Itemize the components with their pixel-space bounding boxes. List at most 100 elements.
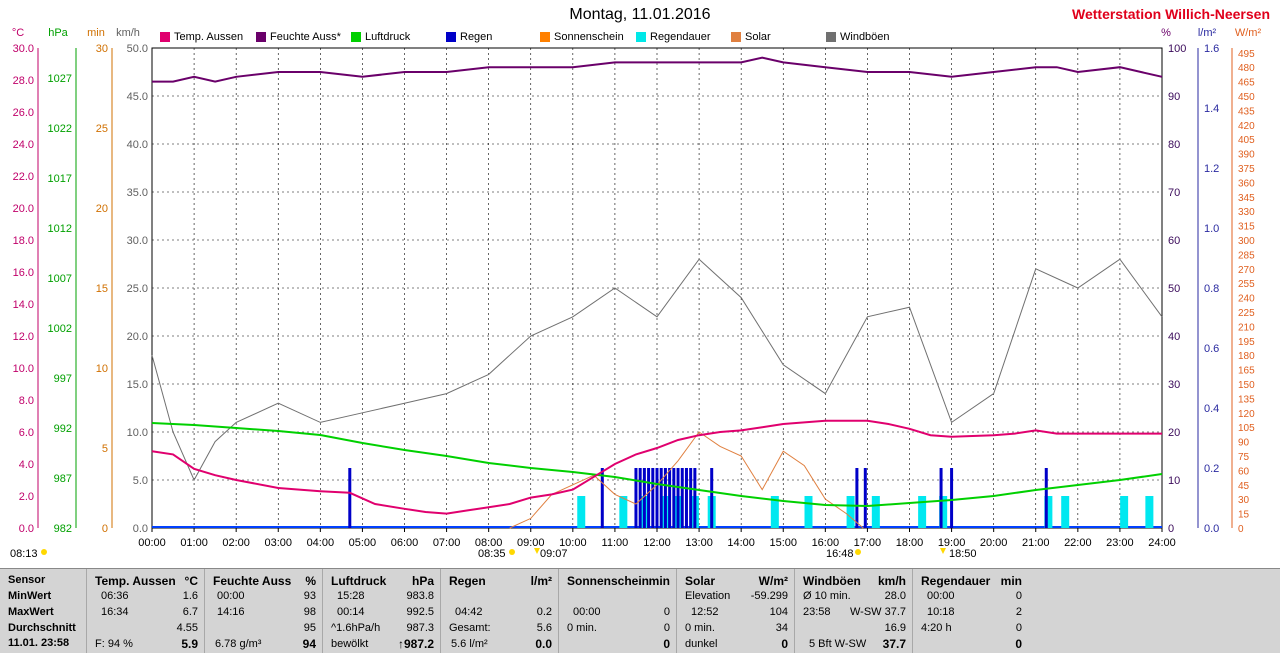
press-unit: hPa	[48, 27, 68, 39]
rain-tick: 0.6	[1204, 343, 1219, 355]
rain-bar	[676, 468, 680, 528]
temp-tick: 0.0	[19, 523, 34, 535]
solar-tick: 0	[1238, 524, 1244, 535]
rain-bar	[655, 468, 659, 528]
solar-unit: W/m²	[1235, 27, 1262, 39]
daylength-label: 08:13	[10, 548, 38, 560]
press-tick: 1012	[48, 223, 72, 235]
x-tick-label: 03:00	[264, 537, 292, 549]
x-tick-label: 01:00	[180, 537, 208, 549]
x-tick-label: 04:00	[307, 537, 335, 549]
rain-bar	[689, 468, 693, 528]
rain-tick: 1.2	[1204, 163, 1219, 175]
stats-col-wind: Windböen km/h Ø 10 min. 28.0 23:58 W-SW 37.…	[795, 569, 913, 653]
solar-tick: 330	[1238, 207, 1255, 218]
min-tick: 15	[96, 283, 108, 295]
x-tick-label: 21:00	[1022, 537, 1050, 549]
legend-pressure: Luftdruck	[351, 31, 410, 43]
solar-tick: 255	[1238, 279, 1255, 290]
x-tick-label: 13:00	[685, 537, 713, 549]
wind-tick: 45.0	[127, 91, 148, 103]
rain-duration-bar	[846, 496, 855, 528]
rain-tick: 0.8	[1204, 283, 1219, 295]
min-unit: min	[87, 27, 105, 39]
rain-duration-bar	[1120, 496, 1129, 528]
hum-tick: 70	[1168, 187, 1180, 199]
solar-tick: 195	[1238, 337, 1255, 348]
legend-solar: Solar	[731, 31, 771, 43]
sunset-label: 16:48	[826, 548, 854, 560]
temp-tick: 18.0	[13, 235, 34, 247]
rain-tick: 0.2	[1204, 463, 1219, 475]
rain-bar	[638, 468, 642, 528]
rain-bar	[634, 468, 638, 528]
solar-tick: 165	[1238, 366, 1255, 377]
wind-unit: km/h	[116, 27, 140, 39]
stats-col-temp: Temp. Aussen °C 06:36 1.6 16:34 6.7 4.55 F:…	[87, 569, 205, 653]
solar-tick: 285	[1238, 250, 1255, 261]
temp-tick: 28.0	[13, 75, 34, 87]
min-tick: 25	[96, 123, 108, 135]
solar-tick: 240	[1238, 294, 1255, 305]
rain-duration-bar	[871, 496, 880, 528]
rain-duration-bar	[1061, 496, 1070, 528]
min-tick: 20	[96, 203, 108, 215]
solar-tick: 450	[1238, 92, 1255, 103]
stats-col-sunshine: Sonnenschein min 00:00 0 0 min. 0 0	[559, 569, 677, 653]
rain-bar	[642, 468, 646, 528]
x-tick-label: 05:00	[349, 537, 377, 549]
noon-label: 09:07	[540, 548, 568, 560]
rain-tick: 0.4	[1204, 403, 1219, 415]
hum-tick: 20	[1168, 427, 1180, 439]
wind-tick: 40.0	[127, 139, 148, 151]
rain-duration-bar	[804, 496, 813, 528]
press-tick: 992	[54, 423, 72, 435]
rain-bar	[348, 468, 352, 528]
solar-tick: 345	[1238, 193, 1255, 204]
hum-tick: 60	[1168, 235, 1180, 247]
statistics-panel: Sensor MinWert MaxWert Durchschnitt 11.0…	[0, 568, 1280, 653]
temp-tick: 14.0	[13, 299, 34, 311]
x-tick-label: 22:00	[1064, 537, 1092, 549]
rain-bar	[710, 468, 714, 528]
rain-tick: 1.4	[1204, 103, 1219, 115]
solar-tick: 45	[1238, 481, 1250, 492]
x-tick-label: 17:00	[854, 537, 882, 549]
press-tick: 982	[54, 523, 72, 535]
solar-tick: 300	[1238, 236, 1255, 247]
solar-tick: 135	[1238, 394, 1255, 405]
temp-tick: 24.0	[13, 139, 34, 151]
wind-tick: 25.0	[127, 283, 148, 295]
solar-tick: 480	[1238, 63, 1255, 74]
wind-tick: 35.0	[127, 187, 148, 199]
weather-chart: 00:00 01:00 02:00 03:00 04:00 05:00 06:00 07:00…	[12, 27, 1262, 555]
hum-tick: 0	[1168, 523, 1174, 535]
rain-bar	[672, 468, 676, 528]
stats-col-rain-duration: Regendauer min 00:00 0 10:18 2 4:20 h0 0	[921, 574, 1022, 651]
legend-temp: Temp. Aussen	[160, 31, 243, 43]
temp-tick: 6.0	[19, 427, 34, 439]
stats-col-humidity: Feuchte Auss% 00:00 93 14:16 98 95 6.78 g/…	[205, 569, 323, 653]
solar-tick: 270	[1238, 265, 1255, 276]
solar-tick: 60	[1238, 466, 1250, 477]
rain-unit: l/m²	[1198, 27, 1217, 39]
rain-tick: 1.0	[1204, 223, 1219, 235]
hum-tick: 50	[1168, 283, 1180, 295]
temp-tick: 10.0	[13, 363, 34, 375]
solar-tick: 210	[1238, 322, 1255, 333]
temp-tick: 8.0	[19, 395, 34, 407]
solar-tick: 120	[1238, 409, 1255, 420]
hum-unit: %	[1161, 27, 1171, 39]
rain-bar	[863, 468, 867, 528]
rain-bar	[1044, 468, 1048, 528]
x-tick-label: 23:00	[1106, 537, 1134, 549]
solar-tick: 315	[1238, 222, 1255, 233]
rain-duration-bar	[577, 496, 586, 528]
x-tick-label: 15:00	[769, 537, 797, 549]
x-tick-label: 06:00	[391, 537, 419, 549]
sunset-marker	[855, 549, 861, 555]
press-tick: 1017	[48, 173, 72, 185]
solar-tick: 375	[1238, 164, 1255, 175]
rain-bar	[855, 468, 859, 528]
temp-tick: 16.0	[13, 267, 34, 279]
